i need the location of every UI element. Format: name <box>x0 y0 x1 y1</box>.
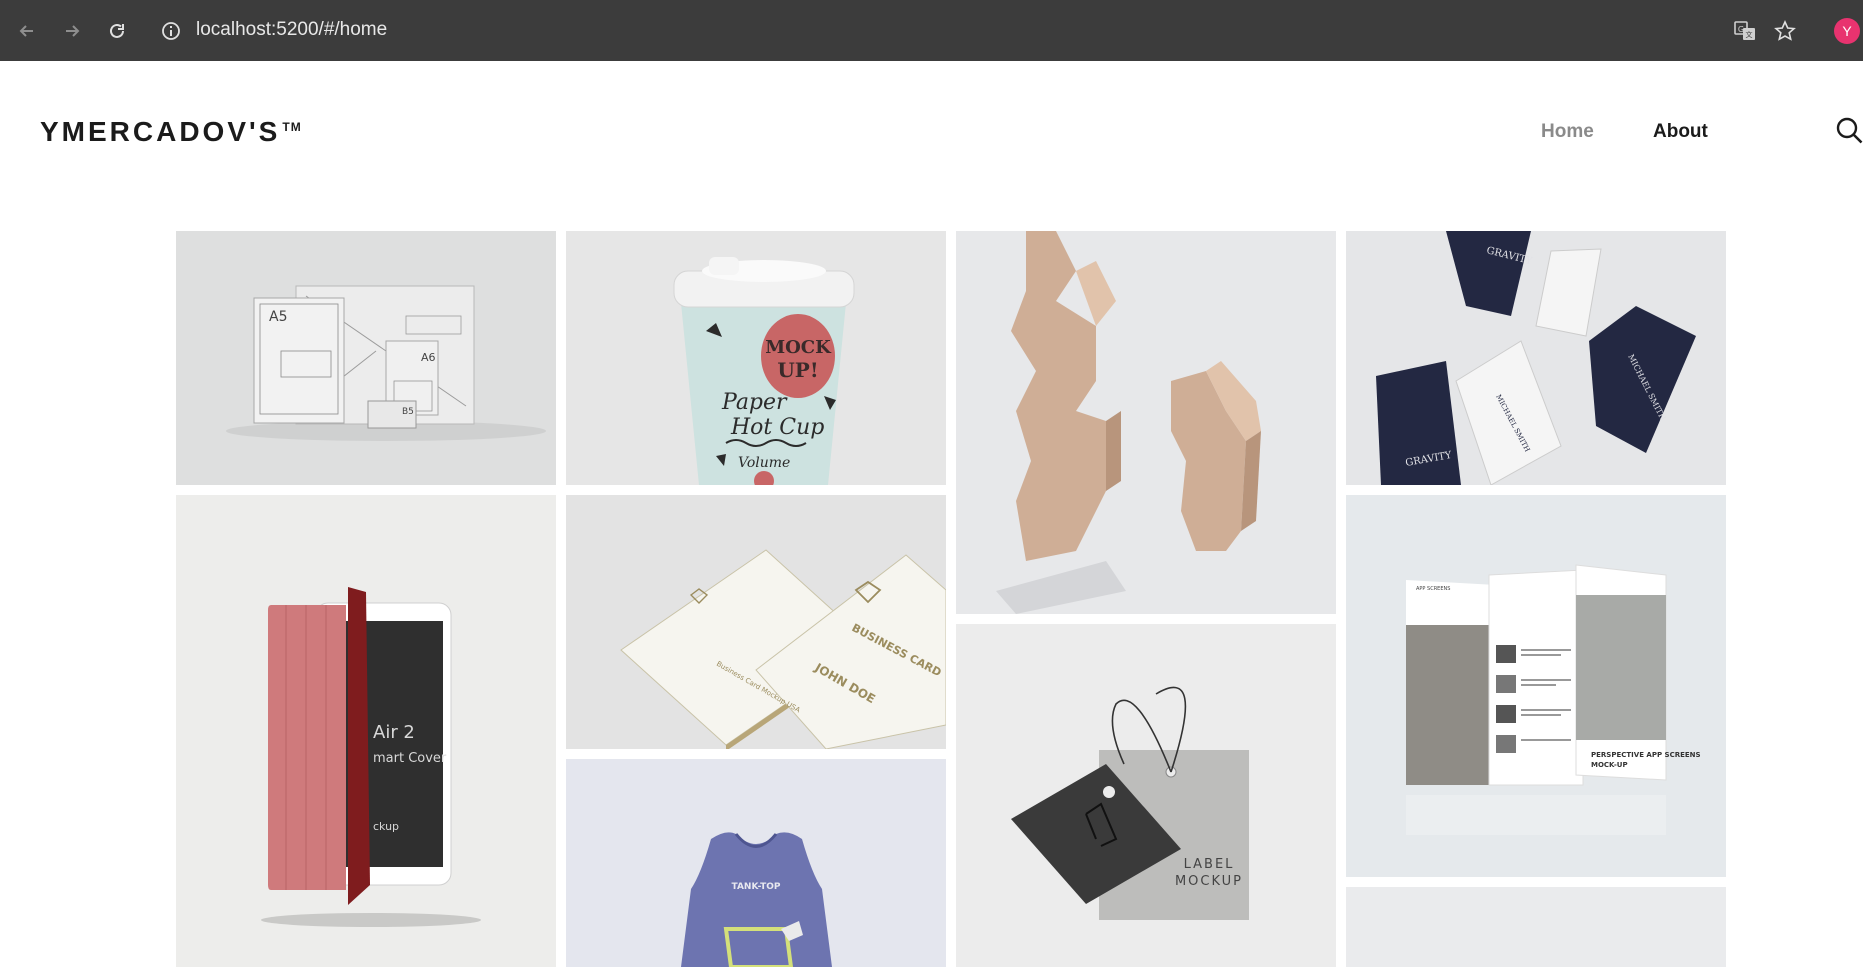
reload-icon <box>110 23 124 38</box>
arrow-right-icon <box>66 25 80 37</box>
site-info-icon[interactable] <box>160 20 182 42</box>
svg-text:A6: A6 <box>421 351 436 364</box>
gallery-item-gravity-cards[interactable]: GRAVITY GRAVITY MICHAEL SMITH MICHAEL SM… <box>1346 231 1726 485</box>
svg-text:ckup: ckup <box>373 820 399 833</box>
arrow-left-icon <box>19 25 33 37</box>
svg-text:B5: B5 <box>402 407 414 417</box>
svg-text:mart Cover: mart Cover <box>373 751 447 766</box>
profile-avatar[interactable]: Y <box>1834 18 1860 44</box>
gallery-item-paper-cup[interactable]: MOCK UP! Paper Hot Cup Volume <box>566 231 946 485</box>
svg-text:UP!: UP! <box>777 358 818 382</box>
svg-text:Air 2: Air 2 <box>373 722 415 743</box>
translate-button[interactable]: G文 <box>1730 16 1760 46</box>
gallery-item-tank-top[interactable]: TANK-TOP <box>566 759 946 967</box>
forward-button[interactable] <box>57 16 87 46</box>
address-bar[interactable]: localhost:5200/#/home <box>196 19 387 41</box>
gallery-item-tablet[interactable]: Air 2 mart Cover ckup <box>176 495 556 967</box>
svg-text:PERSPECTIVE APP SCREENS: PERSPECTIVE APP SCREENS <box>1591 751 1701 759</box>
gallery-item-hang-tag[interactable]: LABEL MOCKUP <box>956 624 1336 967</box>
browser-toolbar: localhost:5200/#/home G文 Y <box>0 0 1863 61</box>
gallery-item-business-card[interactable]: BUSINESS CARD JOHN DOE Business Card Moc… <box>566 495 946 749</box>
back-button[interactable] <box>12 16 42 46</box>
gallery-item-wood-blocks[interactable] <box>956 231 1336 614</box>
translate-icon: G文 <box>1734 21 1755 40</box>
bookmark-button[interactable] <box>1770 16 1800 46</box>
svg-text:TANK-TOP: TANK-TOP <box>732 882 781 892</box>
search-icon <box>1836 117 1863 144</box>
label-line2: MOCKUP <box>1175 874 1243 889</box>
svg-text:APP SCREENS: APP SCREENS <box>1416 586 1450 592</box>
gallery-item-partial[interactable] <box>1346 887 1726 967</box>
search-button[interactable] <box>1835 116 1863 146</box>
logo-text: YMERCADOV'S <box>40 116 281 147</box>
svg-text:Hot Cup: Hot Cup <box>730 415 824 440</box>
svg-text:Paper: Paper <box>721 390 788 415</box>
gallery-item-stationery[interactable]: A5 A6 B5 <box>176 231 556 485</box>
site-logo[interactable]: YMERCADOV'S TM <box>40 116 302 148</box>
trademark-mark: TM <box>282 120 302 134</box>
label-line1: LABEL <box>1184 857 1235 872</box>
nav-home-link[interactable]: Home <box>1541 121 1594 143</box>
svg-text:Volume: Volume <box>738 455 790 471</box>
star-icon <box>1774 20 1796 41</box>
gallery-item-app-screens[interactable]: PERSPECTIVE APP SCREENS MOCK-UP APP SCRE… <box>1346 495 1726 877</box>
a5-label: A5 <box>269 309 287 325</box>
nav-about-link[interactable]: About <box>1653 121 1708 143</box>
svg-text:MOCK-UP: MOCK-UP <box>1591 761 1628 769</box>
svg-text:MOCK: MOCK <box>765 337 832 358</box>
svg-text:文: 文 <box>1746 30 1753 39</box>
reload-button[interactable] <box>102 16 132 46</box>
svg-text:G: G <box>1738 25 1744 34</box>
